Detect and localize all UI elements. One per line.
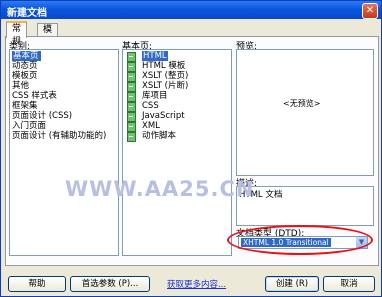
title-bar[interactable]: 新建文档 ✕ (1, 1, 381, 19)
help-button[interactable]: 帮助 (8, 276, 66, 292)
page-type-label: HTML (142, 51, 168, 61)
page-type-label: CSS (142, 101, 159, 111)
category-item-label: 基本页 (12, 51, 41, 61)
page-type-item[interactable]: JavaScript (123, 111, 231, 122)
page-type-item[interactable]: CSS (123, 101, 231, 112)
close-icon[interactable]: ✕ (362, 3, 378, 19)
basic-pages-list[interactable]: HTML HTML 模板 XSLT (整页) XSLT (片断) 库项目 CSS… (122, 49, 232, 256)
chevron-down-icon[interactable]: ▼ (356, 237, 367, 248)
tab-templates[interactable]: 模板 (37, 23, 59, 48)
preview-pane: <无预览> (236, 49, 374, 176)
doctype-select[interactable]: XHTML 1.0 Transitional ▼ (238, 236, 368, 249)
category-item[interactable]: 入门页面 (10, 121, 118, 131)
page-type-item[interactable]: XML (123, 121, 231, 132)
description-box: HTML 文档 (236, 186, 374, 226)
page-type-label: HTML 模板 (142, 61, 186, 71)
category-list[interactable]: 基本页 动态页 模板页 其他 CSS 样式表 框架集 页面设计 (CSS) 入门… (9, 49, 119, 256)
tab-panel: 类别: 基本页 动态页 模板页 其他 CSS 样式表 框架集 页面设计 (CSS… (5, 36, 379, 266)
category-item[interactable]: 模板页 (10, 71, 118, 81)
watermark-text: WWW.AA25.CN (65, 177, 255, 201)
doctype-selected-value: XHTML 1.0 Transitional (241, 238, 331, 247)
file-icon (127, 132, 136, 142)
category-item[interactable]: 页面设计 (CSS) (10, 111, 118, 121)
page-type-item[interactable]: HTML 模板 (123, 61, 231, 72)
create-button[interactable]: 创建 (R) (265, 276, 319, 292)
category-item[interactable]: 其他 (10, 81, 118, 91)
page-type-label: 动作脚本 (142, 131, 177, 141)
get-more-content-link[interactable]: 获取更多内容... (167, 278, 226, 290)
page-type-label: XSLT (整页) (142, 71, 189, 81)
category-item[interactable]: 页面设计 (有辅助功能的) (10, 131, 118, 141)
page-type-label: 库项目 (142, 91, 168, 101)
page-type-item[interactable]: HTML (123, 51, 231, 62)
page-type-item[interactable]: 库项目 (123, 91, 231, 102)
category-item[interactable]: 框架集 (10, 101, 118, 111)
cancel-button[interactable]: 取消 (323, 276, 375, 292)
page-type-label: JavaScript (142, 111, 185, 121)
category-item[interactable]: 基本页 (10, 51, 118, 61)
no-preview-text: <无预览> (283, 99, 321, 108)
new-document-dialog: 新建文档 ✕ 常规 模板 类别: 基本页 动态页 模板页 其他 CSS 样式表 … (0, 0, 382, 297)
tab-general[interactable]: 常规 (6, 21, 28, 47)
category-item[interactable]: CSS 样式表 (10, 91, 118, 101)
page-type-item[interactable]: 动作脚本 (123, 131, 231, 142)
page-type-label: XSLT (片断) (142, 81, 189, 91)
page-type-label: XML (142, 121, 160, 131)
page-type-item[interactable]: XSLT (片断) (123, 81, 231, 92)
window-title: 新建文档 (7, 8, 47, 19)
page-type-item[interactable]: XSLT (整页) (123, 71, 231, 82)
preferences-button[interactable]: 首选参数 (P)... (70, 276, 150, 292)
category-item[interactable]: 动态页 (10, 61, 118, 71)
